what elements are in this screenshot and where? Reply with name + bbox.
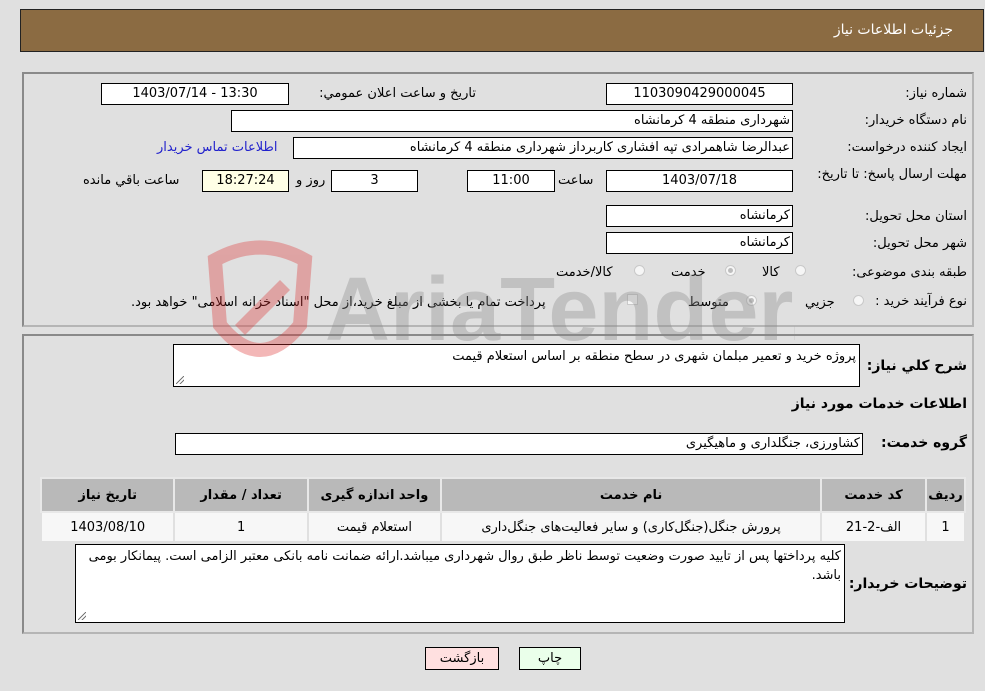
deadline-time-field: 11:00 xyxy=(467,170,555,192)
category-radio-service[interactable] xyxy=(725,265,736,276)
buyer-notes-textarea[interactable]: کلیه پرداختها پس از تایید صورت وضعیت توس… xyxy=(75,544,845,623)
page-title: جزئیات اطلاعات نیاز xyxy=(833,22,953,38)
resize-handle-icon[interactable] xyxy=(78,612,86,620)
requester-field: عبدالرضا شاهمرادی تپه افشاری کاربرداز شه… xyxy=(293,137,793,159)
days-remaining-field: 3 xyxy=(331,170,418,192)
cell-row-number: 1 xyxy=(925,511,966,543)
purchase-option-minor: جزيي xyxy=(805,295,835,310)
category-label: طبقه بندی موضوعی: xyxy=(851,265,967,280)
col-need-date: تاریخ نیاز xyxy=(39,477,176,513)
time-remaining-label: ساعت باقي مانده xyxy=(83,173,180,188)
description-textarea[interactable]: پروژه خرید و تعمیر مبلمان شهری در سطح من… xyxy=(173,344,860,387)
province-field: کرمانشاه xyxy=(606,205,793,227)
category-radio-goods[interactable] xyxy=(795,265,806,276)
days-label: روز و xyxy=(296,173,326,188)
col-unit: واحد اندازه گیری xyxy=(306,477,443,513)
purchase-radio-minor[interactable] xyxy=(853,295,864,306)
buyer-org-field: شهرداری منطقه 4 کرمانشاه xyxy=(231,110,793,132)
print-button[interactable]: چاپ xyxy=(519,647,581,670)
category-option-service: خدمت xyxy=(671,265,706,280)
cell-unit: استعلام قیمت xyxy=(306,511,443,543)
city-field: کرمانشاه xyxy=(606,232,793,254)
services-heading: اطلاعات خدمات مورد نیاز xyxy=(791,396,967,412)
description-text: پروژه خرید و تعمیر مبلمان شهری در سطح من… xyxy=(452,349,856,364)
announce-datetime-label: تاریخ و ساعت اعلان عمومي: xyxy=(319,86,476,101)
col-quantity: تعداد / مقدار xyxy=(173,477,309,513)
treasury-checkbox[interactable] xyxy=(627,294,638,305)
table-header-row: ردیف کد خدمت نام خدمت واحد اندازه گیری ت… xyxy=(39,477,966,513)
col-service-code: کد خدمت xyxy=(820,477,928,513)
deadline-label: مهلت ارسال پاسخ: تا تاریخ: xyxy=(817,167,967,182)
page-header: جزئیات اطلاعات نیاز xyxy=(20,9,984,52)
cell-service-name: پرورش جنگل(جنگل‌کاری) و سایر فعالیت‌های … xyxy=(440,511,823,543)
buyer-contact-link[interactable]: اطلاعات تماس خریدار xyxy=(157,140,277,155)
purchase-option-medium: متوسط xyxy=(688,295,729,310)
col-row-number: ردیف xyxy=(925,477,966,513)
category-option-goods-service: کالا/خدمت xyxy=(556,265,613,280)
deadline-date-field: 1403/07/18 xyxy=(606,170,793,192)
time-remaining-field: 18:27:24 xyxy=(202,170,289,192)
table-row: 1 الف-2-21 پرورش جنگل(جنگل‌کاری) و سایر … xyxy=(39,511,966,543)
buyer-notes-label: توضیحات خریدار: xyxy=(848,576,967,592)
cell-quantity: 1 xyxy=(173,511,309,543)
cell-service-code: الف-2-21 xyxy=(820,511,928,543)
col-service-name: نام خدمت xyxy=(440,477,823,513)
services-table: ردیف کد خدمت نام خدمت واحد اندازه گیری ت… xyxy=(39,477,966,543)
purchase-radio-medium[interactable] xyxy=(746,295,757,306)
category-radio-goods-service[interactable] xyxy=(634,265,645,276)
description-label: شرح کلي نیاز: xyxy=(866,358,967,374)
back-button[interactable]: بازگشت xyxy=(425,647,499,670)
cell-need-date: 1403/08/10 xyxy=(39,511,176,543)
service-group-label: گروه خدمت: xyxy=(881,435,967,451)
announce-datetime-field: 1403/07/14 - 13:30 xyxy=(101,83,289,105)
resize-handle-icon[interactable] xyxy=(176,376,184,384)
requester-label: ایجاد کننده درخواست: xyxy=(847,140,967,155)
purchase-type-label: نوع فرآیند خرید : xyxy=(875,294,967,309)
buyer-org-label: نام دستگاه خریدار: xyxy=(864,113,967,128)
treasury-checkbox-label: پرداخت تمام یا بخشی از مبلغ خرید،از محل … xyxy=(131,295,546,310)
province-label: استان محل تحویل: xyxy=(865,209,967,224)
city-label: شهر محل تحویل: xyxy=(872,236,967,251)
need-number-label: شماره نیاز: xyxy=(905,86,967,101)
category-option-goods: کالا xyxy=(762,265,780,280)
deadline-time-label: ساعت xyxy=(558,173,594,188)
need-number-field: 1103090429000045 xyxy=(606,83,793,105)
service-group-field: کشاورزی، جنگلداری و ماهیگیری xyxy=(175,433,863,455)
buyer-notes-text: کلیه پرداختها پس از تایید صورت وضعیت توس… xyxy=(88,549,841,583)
